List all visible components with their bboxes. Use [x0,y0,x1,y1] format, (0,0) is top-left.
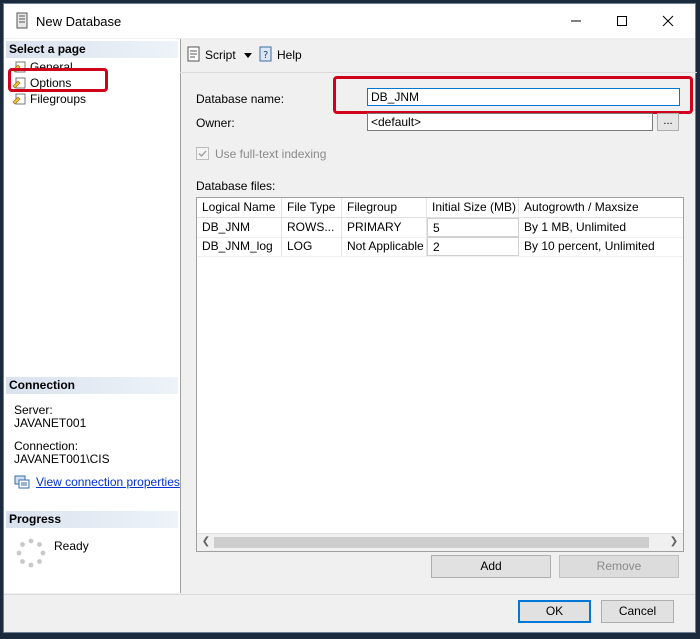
connection-header: Connection [6,377,178,394]
options-highlight [8,68,108,92]
grid-cell[interactable]: 5 [427,218,519,237]
close-button[interactable] [645,4,691,38]
script-label: Script [205,48,236,62]
footer-divider [4,594,695,595]
svg-text:?: ? [263,50,268,61]
connection-value: JAVANET001\CIS [14,452,110,466]
server-value: JAVANET001 [14,416,87,430]
help-button[interactable]: ? Help [258,44,302,66]
database-icon [16,12,28,29]
grid-cell[interactable]: By 10 percent, Unlimited [519,237,683,256]
connection-label: Connection: [14,439,79,453]
table-row[interactable]: DB_JNM ROWS... PRIMARY 5 By 1 MB, Unlimi… [197,218,683,238]
toolbar-divider [180,72,697,73]
grid-cell[interactable]: By 1 MB, Unlimited [519,218,683,237]
database-files-label: Database files: [196,179,276,193]
left-pane: Select a page General Options Filegroups… [4,39,181,593]
database-files-grid: Logical Name File Type Filegroup Initial… [196,197,684,552]
column-header[interactable]: Initial Size (MB) [427,198,519,217]
server-label: Server: [14,403,53,417]
database-name-label: Database name: [196,92,285,106]
minimize-icon [571,20,581,22]
scrollbar-thumb[interactable] [214,537,649,548]
view-connection-link[interactable]: View connection properties [36,475,180,489]
help-icon: ? [259,46,272,62]
grid-cell[interactable]: PRIMARY [342,218,427,237]
script-dropdown-button[interactable] [244,44,252,66]
column-header[interactable]: Logical Name [197,198,282,217]
page-item-label: Filegroups [30,92,87,106]
grid-header: Logical Name File Type Filegroup Initial… [197,198,683,218]
connection-properties-icon [14,475,30,489]
column-header[interactable]: File Type [282,198,342,217]
fulltext-label: Use full-text indexing [215,147,327,161]
grid-cell[interactable]: DB_JNM_log [197,237,282,256]
close-icon [662,15,674,27]
owner-input[interactable] [367,113,653,131]
grid-cell[interactable]: DB_JNM [197,218,282,237]
help-label: Help [277,48,302,62]
table-row[interactable]: DB_JNM_log LOG Not Applicable 2 By 10 pe… [197,237,683,257]
owner-browse-button[interactable]: ... [657,113,679,131]
progress-header: Progress [6,511,178,528]
horizontal-scrollbar[interactable]: ❮ ❯ [197,533,683,551]
script-icon [187,46,200,62]
fulltext-indexing-option[interactable]: Use full-text indexing [196,147,326,161]
minimize-button[interactable] [553,4,599,38]
view-connection-properties[interactable]: View connection properties [14,475,180,489]
script-button[interactable]: Script [186,44,236,66]
add-button[interactable]: Add [431,555,551,578]
progress-spinner-icon [16,538,46,568]
remove-button[interactable]: Remove [559,555,679,578]
maximize-icon [617,16,627,26]
page-icon [12,93,26,105]
select-page-header: Select a page [6,41,178,58]
chevron-down-icon [244,53,252,58]
grid-cell[interactable]: 2 [427,237,519,256]
fulltext-checkbox[interactable] [196,147,209,160]
grid-cell[interactable]: Not Applicable [342,237,427,256]
column-header[interactable]: Autogrowth / Maxsize [519,198,683,217]
ok-button[interactable]: OK [518,600,591,623]
scroll-left-icon[interactable]: ❮ [200,536,212,548]
title-bar[interactable]: New Database [4,4,695,38]
column-header[interactable]: Filegroup [342,198,427,217]
check-icon [198,150,207,158]
window-title: New Database [36,14,122,29]
scroll-right-icon[interactable]: ❯ [668,536,680,548]
page-item-filegroups[interactable]: Filegroups [12,91,86,107]
grid-cell[interactable]: LOG [282,237,342,256]
cancel-button[interactable]: Cancel [601,600,674,623]
grid-cell[interactable]: ROWS... [282,218,342,237]
database-name-highlight [333,76,693,114]
maximize-button[interactable] [599,4,645,38]
progress-status: Ready [54,539,89,553]
new-database-window: New Database Select a page General Optio… [3,3,697,633]
owner-label: Owner: [196,116,235,130]
